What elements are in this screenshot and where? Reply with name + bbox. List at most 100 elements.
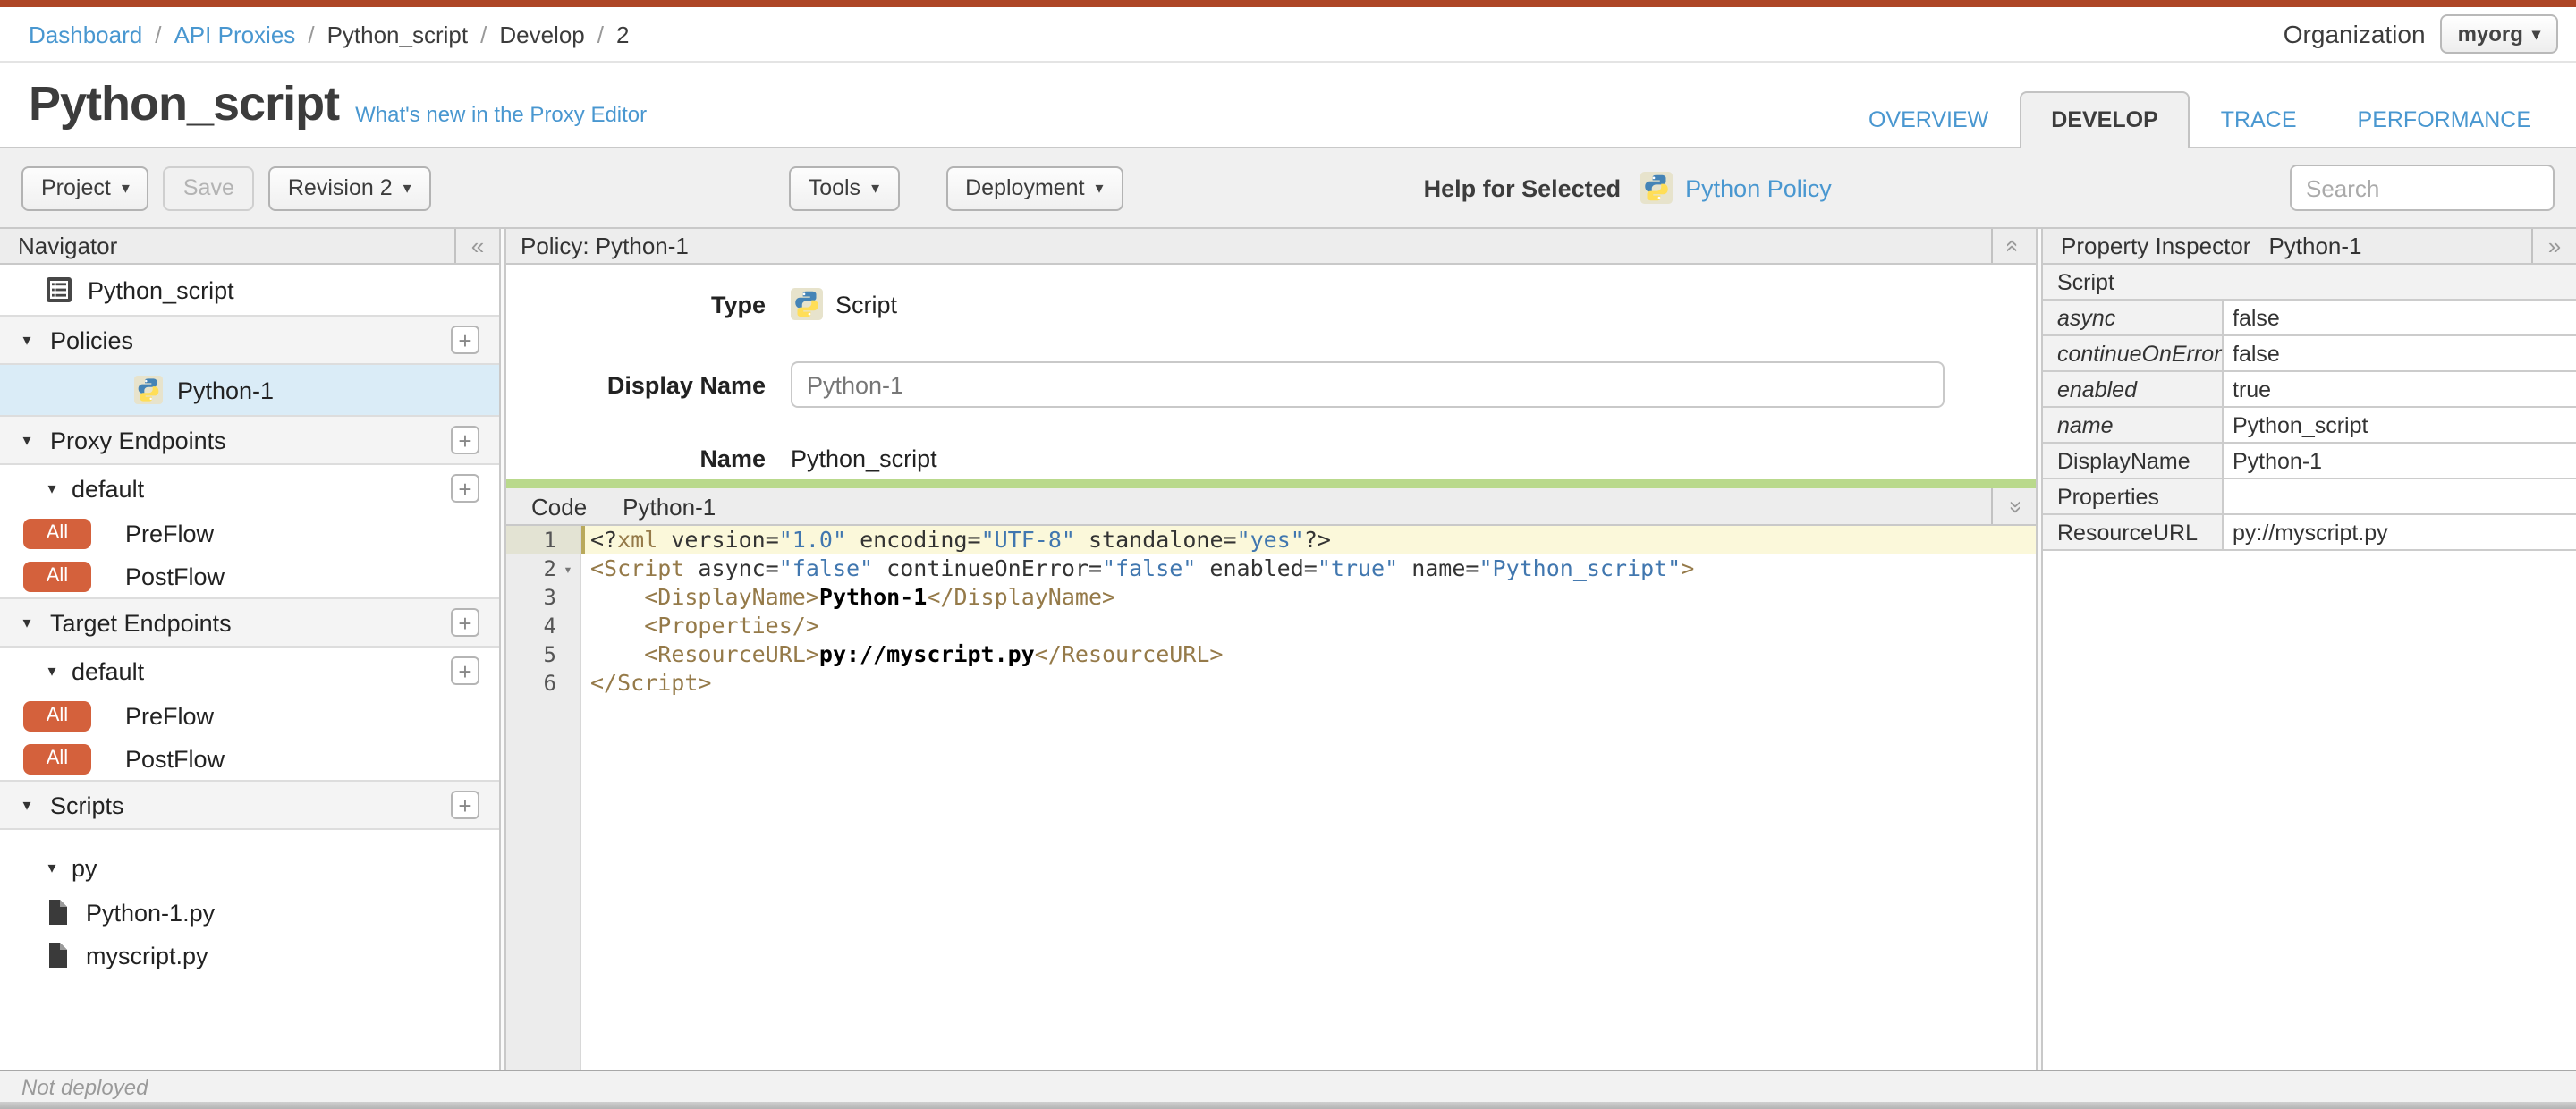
property-value[interactable]: py://myscript.py (2224, 515, 2576, 549)
property-label: name (2043, 408, 2224, 442)
policy-header-label: Policy: Python-1 (521, 233, 689, 259)
tree-expanded-icon[interactable]: ▾ (18, 430, 36, 450)
property-label: async (2043, 301, 2224, 334)
revision-menu-label: Revision 2 (287, 175, 393, 200)
nav-item-label: PreFlow (125, 520, 215, 546)
property-section-script: Script (2043, 265, 2576, 301)
save-button-label: Save (182, 175, 234, 200)
code-line-2[interactable]: <Script async="false" continueOnError="f… (581, 554, 2036, 583)
save-button[interactable]: Save (163, 165, 254, 210)
nav-section-proxy-endpoints[interactable]: ▾ Proxy Endpoints + (0, 415, 499, 465)
deployment-menu-button[interactable]: Deployment ▾ (945, 165, 1123, 210)
chevron-down-icon: ▾ (1095, 178, 1104, 196)
project-menu-button[interactable]: Project ▾ (21, 165, 149, 210)
nav-group-label: py (72, 854, 97, 881)
property-row-ResourceURL: ResourceURL py://myscript.py (2043, 515, 2576, 551)
code-line-1[interactable]: <?xml version="1.0" encoding="UTF-8" sta… (581, 526, 2036, 554)
chevron-down-icon: ▾ (2531, 24, 2540, 42)
property-value[interactable]: true (2224, 372, 2576, 406)
nav-item-proxy-postflow[interactable]: All PostFlow (0, 554, 499, 597)
tree-expanded-icon[interactable]: ▾ (18, 330, 36, 350)
nav-item-target-default[interactable]: ▾ default + (0, 648, 499, 694)
python-policy-icon (134, 376, 163, 404)
bottom-border-strip (0, 1102, 2576, 1109)
whats-new-link[interactable]: What's new in the Proxy Editor (355, 101, 647, 126)
tree-expanded-icon[interactable]: ▾ (43, 478, 61, 498)
code-lines: <?xml version="1.0" encoding="UTF-8" sta… (581, 526, 2036, 1070)
add-proxy-endpoint-button[interactable]: + (451, 426, 479, 454)
tree-expanded-icon[interactable]: ▾ (43, 858, 61, 877)
all-methods-badge: All (23, 700, 91, 731)
code-line-5[interactable]: <ResourceURL>py://myscript.py</ResourceU… (581, 640, 2036, 669)
collapse-code-panel-icon[interactable]: « (1991, 488, 2036, 524)
property-row-Properties: Properties (2043, 479, 2576, 515)
collapse-property-inspector-icon[interactable]: » (2531, 229, 2576, 263)
add-policy-button[interactable]: + (451, 326, 479, 354)
tree-expanded-icon[interactable]: ▾ (18, 613, 36, 632)
nav-item-script-file[interactable]: myscript.py (0, 934, 499, 977)
python-policy-help-link[interactable]: Python Policy (1685, 174, 1832, 201)
tree-expanded-icon[interactable]: ▾ (18, 795, 36, 815)
collapse-policy-panel-icon[interactable]: « (1991, 229, 2036, 263)
nav-item-proxy-default[interactable]: ▾ default + (0, 465, 499, 512)
nav-section-target-endpoints[interactable]: ▾ Target Endpoints + (0, 597, 499, 648)
tab-develop[interactable]: DEVELOP (2019, 91, 2190, 148)
type-label: Type (710, 291, 766, 317)
navigator-header: Navigator « (0, 229, 499, 265)
revision-menu-button[interactable]: Revision 2 ▾ (267, 165, 431, 210)
breadcrumb-api-proxies[interactable]: API Proxies (174, 21, 295, 47)
property-label: Properties (2043, 479, 2224, 513)
nav-item-label: default (72, 657, 145, 684)
nav-item-label: Python-1 (177, 377, 275, 403)
nav-item-proxy-preflow[interactable]: All PreFlow (0, 512, 499, 554)
breadcrumb: Dashboard / API Proxies / Python_script … (29, 21, 629, 47)
search-input[interactable] (2290, 165, 2555, 211)
code-editor[interactable]: 1 2 ▾ 3 4 5 6 <?xml version="1.0" encoding="UT… (506, 526, 2036, 1070)
add-proxy-flow-button[interactable]: + (451, 474, 479, 503)
property-row-enabled: enabled true (2043, 372, 2576, 408)
organization-value: myorg (2457, 21, 2523, 47)
display-name-label: Display Name (606, 371, 766, 398)
tab-performance[interactable]: PERFORMANCE (2327, 93, 2562, 148)
code-line-4[interactable]: <Properties/> (581, 612, 2036, 640)
top-accent-bar (0, 0, 2576, 7)
deployment-menu-label: Deployment (965, 175, 1085, 200)
breadcrumb-separator: / (480, 21, 487, 47)
property-value[interactable]: Python-1 (2224, 444, 2576, 478)
organization-dropdown[interactable]: myorg ▾ (2439, 14, 2558, 54)
property-value[interactable] (2224, 479, 2576, 513)
nav-item-script-file[interactable]: Python-1.py (0, 891, 499, 934)
code-line-6[interactable]: </Script> (581, 669, 2036, 698)
nav-group-py[interactable]: ▾ py (0, 844, 499, 891)
gutter-line-6: 6 (543, 671, 556, 696)
tree-expanded-icon[interactable]: ▾ (43, 661, 61, 681)
tools-menu-button[interactable]: Tools ▾ (788, 165, 900, 210)
nav-item-target-preflow[interactable]: All PreFlow (0, 694, 499, 737)
breadcrumb-dashboard[interactable]: Dashboard (29, 21, 142, 47)
add-target-endpoint-button[interactable]: + (451, 608, 479, 637)
nav-item-target-postflow[interactable]: All PostFlow (0, 737, 499, 780)
display-name-input[interactable] (791, 361, 1945, 408)
property-value[interactable]: false (2224, 336, 2576, 370)
nav-item-label: myscript.py (86, 942, 208, 969)
code-line-3[interactable]: <DisplayName>Python-1</DisplayName> (581, 583, 2036, 612)
nav-section-scripts[interactable]: ▾ Scripts + (0, 780, 499, 830)
property-section-label: Script (2057, 269, 2114, 294)
code-splitter-bar[interactable] (506, 479, 2036, 488)
add-script-button[interactable]: + (451, 791, 479, 819)
help-for-selected: Help for Selected Python Policy (1424, 172, 1832, 204)
breadcrumb-separator: / (308, 21, 315, 47)
fold-caret-icon[interactable]: ▾ (556, 561, 580, 577)
gutter-line-2[interactable]: 2 ▾ (506, 554, 580, 583)
tab-trace[interactable]: TRACE (2190, 93, 2327, 148)
property-value[interactable]: Python_script (2224, 408, 2576, 442)
property-value[interactable]: false (2224, 301, 2576, 334)
nav-item-proxy-root[interactable]: Python_script (0, 265, 499, 315)
collapse-navigator-icon[interactable]: « (454, 229, 499, 263)
policy-name-value: Python_script (791, 444, 937, 471)
nav-section-policies[interactable]: ▾ Policies + (0, 315, 499, 365)
python-policy-icon (1640, 172, 1674, 204)
nav-item-policy-python-1[interactable]: Python-1 (0, 365, 499, 415)
tab-overview[interactable]: OVERVIEW (1838, 93, 2019, 148)
add-target-flow-button[interactable]: + (451, 656, 479, 685)
